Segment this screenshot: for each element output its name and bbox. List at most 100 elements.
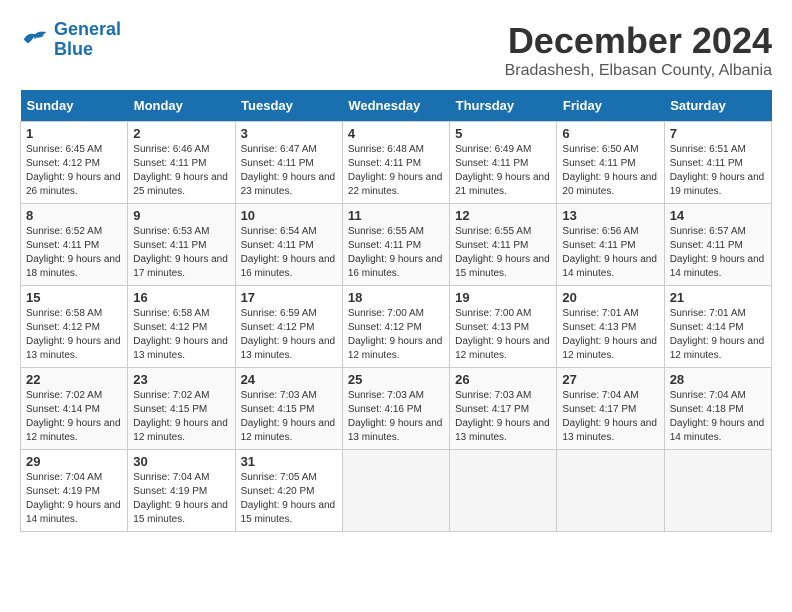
weekday-header-sunday: Sunday — [21, 90, 128, 122]
day-info: Sunrise: 7:02 AM Sunset: 4:14 PM Dayligh… — [26, 389, 122, 445]
logo-icon — [20, 27, 50, 52]
day-number: 9 — [133, 208, 229, 223]
calendar-cell: 2 Sunrise: 6:46 AM Sunset: 4:11 PM Dayli… — [128, 122, 235, 204]
calendar-cell: 10 Sunrise: 6:54 AM Sunset: 4:11 PM Dayl… — [235, 204, 342, 286]
calendar-cell: 13 Sunrise: 6:56 AM Sunset: 4:11 PM Dayl… — [557, 204, 664, 286]
day-number: 29 — [26, 454, 122, 469]
day-number: 27 — [562, 372, 658, 387]
calendar-week-2: 8 Sunrise: 6:52 AM Sunset: 4:11 PM Dayli… — [21, 204, 772, 286]
day-info: Sunrise: 6:54 AM Sunset: 4:11 PM Dayligh… — [241, 225, 337, 281]
weekday-header-tuesday: Tuesday — [235, 90, 342, 122]
calendar-cell: 7 Sunrise: 6:51 AM Sunset: 4:11 PM Dayli… — [664, 122, 771, 204]
day-info: Sunrise: 6:58 AM Sunset: 4:12 PM Dayligh… — [26, 307, 122, 363]
day-info: Sunrise: 7:04 AM Sunset: 4:18 PM Dayligh… — [670, 389, 766, 445]
day-number: 14 — [670, 208, 766, 223]
day-info: Sunrise: 6:51 AM Sunset: 4:11 PM Dayligh… — [670, 143, 766, 199]
day-number: 5 — [455, 126, 551, 141]
day-info: Sunrise: 6:55 AM Sunset: 4:11 PM Dayligh… — [348, 225, 444, 281]
day-number: 22 — [26, 372, 122, 387]
day-number: 2 — [133, 126, 229, 141]
calendar-cell: 18 Sunrise: 7:00 AM Sunset: 4:12 PM Dayl… — [342, 286, 449, 368]
day-info: Sunrise: 7:01 AM Sunset: 4:14 PM Dayligh… — [670, 307, 766, 363]
calendar-cell: 12 Sunrise: 6:55 AM Sunset: 4:11 PM Dayl… — [450, 204, 557, 286]
day-number: 28 — [670, 372, 766, 387]
calendar-week-4: 22 Sunrise: 7:02 AM Sunset: 4:14 PM Dayl… — [21, 368, 772, 450]
day-info: Sunrise: 6:45 AM Sunset: 4:12 PM Dayligh… — [26, 143, 122, 199]
calendar-cell: 20 Sunrise: 7:01 AM Sunset: 4:13 PM Dayl… — [557, 286, 664, 368]
calendar-cell: 31 Sunrise: 7:05 AM Sunset: 4:20 PM Dayl… — [235, 450, 342, 532]
calendar-cell: 4 Sunrise: 6:48 AM Sunset: 4:11 PM Dayli… — [342, 122, 449, 204]
day-info: Sunrise: 6:57 AM Sunset: 4:11 PM Dayligh… — [670, 225, 766, 281]
calendar-cell: 23 Sunrise: 7:02 AM Sunset: 4:15 PM Dayl… — [128, 368, 235, 450]
calendar-cell: 25 Sunrise: 7:03 AM Sunset: 4:16 PM Dayl… — [342, 368, 449, 450]
calendar-cell: 6 Sunrise: 6:50 AM Sunset: 4:11 PM Dayli… — [557, 122, 664, 204]
title-area: December 2024 Bradashesh, Elbasan County… — [505, 20, 772, 80]
day-info: Sunrise: 6:53 AM Sunset: 4:11 PM Dayligh… — [133, 225, 229, 281]
day-number: 19 — [455, 290, 551, 305]
day-info: Sunrise: 6:48 AM Sunset: 4:11 PM Dayligh… — [348, 143, 444, 199]
calendar-cell: 17 Sunrise: 6:59 AM Sunset: 4:12 PM Dayl… — [235, 286, 342, 368]
calendar-cell: 1 Sunrise: 6:45 AM Sunset: 4:12 PM Dayli… — [21, 122, 128, 204]
day-info: Sunrise: 7:04 AM Sunset: 4:17 PM Dayligh… — [562, 389, 658, 445]
weekday-header-friday: Friday — [557, 90, 664, 122]
day-info: Sunrise: 6:47 AM Sunset: 4:11 PM Dayligh… — [241, 143, 337, 199]
calendar-cell — [664, 450, 771, 532]
calendar-header-row: SundayMondayTuesdayWednesdayThursdayFrid… — [21, 90, 772, 122]
day-number: 4 — [348, 126, 444, 141]
day-info: Sunrise: 6:52 AM Sunset: 4:11 PM Dayligh… — [26, 225, 122, 281]
day-info: Sunrise: 6:58 AM Sunset: 4:12 PM Dayligh… — [133, 307, 229, 363]
day-number: 15 — [26, 290, 122, 305]
day-info: Sunrise: 6:50 AM Sunset: 4:11 PM Dayligh… — [562, 143, 658, 199]
page-header: General Blue December 2024 Bradashesh, E… — [20, 20, 772, 80]
calendar-cell: 11 Sunrise: 6:55 AM Sunset: 4:11 PM Dayl… — [342, 204, 449, 286]
day-info: Sunrise: 7:00 AM Sunset: 4:13 PM Dayligh… — [455, 307, 551, 363]
calendar-cell: 26 Sunrise: 7:03 AM Sunset: 4:17 PM Dayl… — [450, 368, 557, 450]
calendar-cell: 16 Sunrise: 6:58 AM Sunset: 4:12 PM Dayl… — [128, 286, 235, 368]
day-info: Sunrise: 7:01 AM Sunset: 4:13 PM Dayligh… — [562, 307, 658, 363]
calendar-cell: 24 Sunrise: 7:03 AM Sunset: 4:15 PM Dayl… — [235, 368, 342, 450]
logo-text: General Blue — [54, 20, 121, 60]
day-number: 23 — [133, 372, 229, 387]
calendar-cell: 30 Sunrise: 7:04 AM Sunset: 4:19 PM Dayl… — [128, 450, 235, 532]
day-number: 6 — [562, 126, 658, 141]
day-number: 30 — [133, 454, 229, 469]
location-subtitle: Bradashesh, Elbasan County, Albania — [505, 62, 772, 80]
calendar-week-5: 29 Sunrise: 7:04 AM Sunset: 4:19 PM Dayl… — [21, 450, 772, 532]
day-info: Sunrise: 7:04 AM Sunset: 4:19 PM Dayligh… — [26, 471, 122, 527]
logo: General Blue — [20, 20, 121, 60]
day-number: 31 — [241, 454, 337, 469]
day-number: 24 — [241, 372, 337, 387]
day-info: Sunrise: 7:03 AM Sunset: 4:15 PM Dayligh… — [241, 389, 337, 445]
calendar-cell — [342, 450, 449, 532]
day-number: 25 — [348, 372, 444, 387]
calendar-week-1: 1 Sunrise: 6:45 AM Sunset: 4:12 PM Dayli… — [21, 122, 772, 204]
weekday-header-saturday: Saturday — [664, 90, 771, 122]
calendar-cell: 9 Sunrise: 6:53 AM Sunset: 4:11 PM Dayli… — [128, 204, 235, 286]
day-number: 16 — [133, 290, 229, 305]
calendar-cell: 27 Sunrise: 7:04 AM Sunset: 4:17 PM Dayl… — [557, 368, 664, 450]
day-info: Sunrise: 7:04 AM Sunset: 4:19 PM Dayligh… — [133, 471, 229, 527]
day-info: Sunrise: 7:03 AM Sunset: 4:17 PM Dayligh… — [455, 389, 551, 445]
day-info: Sunrise: 7:00 AM Sunset: 4:12 PM Dayligh… — [348, 307, 444, 363]
day-number: 26 — [455, 372, 551, 387]
day-info: Sunrise: 6:55 AM Sunset: 4:11 PM Dayligh… — [455, 225, 551, 281]
calendar-cell — [557, 450, 664, 532]
weekday-header-thursday: Thursday — [450, 90, 557, 122]
calendar-cell: 29 Sunrise: 7:04 AM Sunset: 4:19 PM Dayl… — [21, 450, 128, 532]
calendar-table: SundayMondayTuesdayWednesdayThursdayFrid… — [20, 90, 772, 532]
calendar-cell: 28 Sunrise: 7:04 AM Sunset: 4:18 PM Dayl… — [664, 368, 771, 450]
day-number: 8 — [26, 208, 122, 223]
calendar-week-3: 15 Sunrise: 6:58 AM Sunset: 4:12 PM Dayl… — [21, 286, 772, 368]
calendar-cell: 3 Sunrise: 6:47 AM Sunset: 4:11 PM Dayli… — [235, 122, 342, 204]
day-info: Sunrise: 6:49 AM Sunset: 4:11 PM Dayligh… — [455, 143, 551, 199]
day-info: Sunrise: 7:05 AM Sunset: 4:20 PM Dayligh… — [241, 471, 337, 527]
day-info: Sunrise: 7:03 AM Sunset: 4:16 PM Dayligh… — [348, 389, 444, 445]
day-number: 3 — [241, 126, 337, 141]
day-number: 13 — [562, 208, 658, 223]
day-number: 7 — [670, 126, 766, 141]
calendar-cell: 14 Sunrise: 6:57 AM Sunset: 4:11 PM Dayl… — [664, 204, 771, 286]
weekday-header-monday: Monday — [128, 90, 235, 122]
calendar-cell — [450, 450, 557, 532]
calendar-cell: 22 Sunrise: 7:02 AM Sunset: 4:14 PM Dayl… — [21, 368, 128, 450]
day-info: Sunrise: 6:56 AM Sunset: 4:11 PM Dayligh… — [562, 225, 658, 281]
